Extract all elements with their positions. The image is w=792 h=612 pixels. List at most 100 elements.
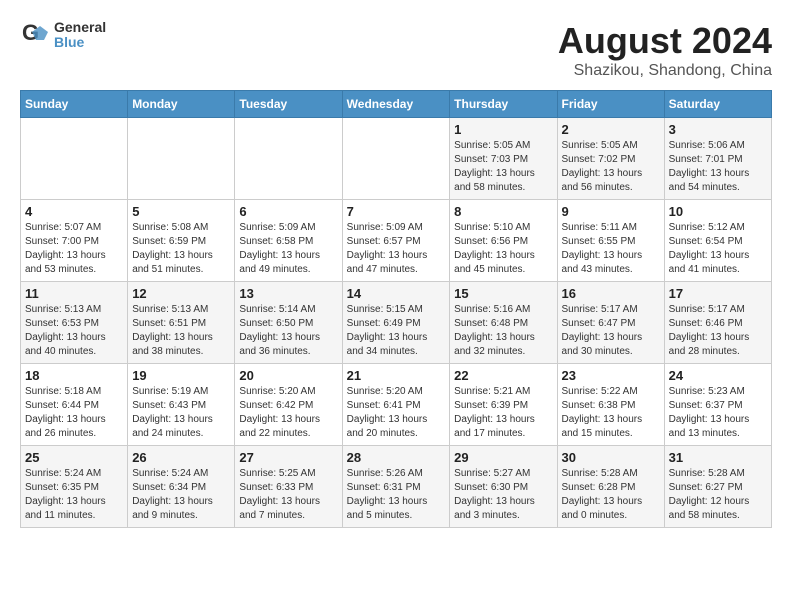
day-number: 8 — [454, 204, 552, 219]
logo-line2: Blue — [54, 35, 106, 50]
day-number: 31 — [669, 450, 767, 465]
cell-content: Sunrise: 5:28 AM Sunset: 6:27 PM Dayligh… — [669, 467, 767, 523]
cell-content: Sunrise: 5:05 AM Sunset: 7:02 PM Dayligh… — [562, 139, 660, 195]
day-number: 2 — [562, 122, 660, 137]
calendar: SundayMondayTuesdayWednesdayThursdayFrid… — [20, 90, 772, 528]
cell-content: Sunrise: 5:22 AM Sunset: 6:38 PM Dayligh… — [562, 385, 660, 441]
day-number: 24 — [669, 368, 767, 383]
day-number: 10 — [669, 204, 767, 219]
weekday-header: Friday — [557, 91, 664, 118]
calendar-cell: 12Sunrise: 5:13 AM Sunset: 6:51 PM Dayli… — [128, 282, 235, 364]
calendar-cell: 21Sunrise: 5:20 AM Sunset: 6:41 PM Dayli… — [342, 364, 450, 446]
cell-content: Sunrise: 5:09 AM Sunset: 6:57 PM Dayligh… — [347, 221, 446, 277]
calendar-cell: 15 Sunrise: 5:16 AM Sunset: 6:48 PM Dayli… — [450, 282, 557, 364]
cell-content: Sunrise: 5:28 AM Sunset: 6:28 PM Dayligh… — [562, 467, 660, 523]
cell-content: Sunrise: 5:17 AM Sunset: 6:47 PM Dayligh… — [562, 303, 660, 359]
calendar-cell: 17 Sunrise: 5:17 AM Sunset: 6:46 PM Dayli… — [664, 282, 771, 364]
cell-content: Sunrise: 5:17 AM Sunset: 6:46 PM Dayligh… — [669, 303, 767, 359]
calendar-week: 25Sunrise: 5:24 AM Sunset: 6:35 PM Dayli… — [21, 446, 772, 528]
cell-content: Sunrise: 5:12 AM Sunset: 6:54 PM Dayligh… — [669, 221, 767, 277]
weekday-header: Sunday — [21, 91, 128, 118]
day-number: 30 — [562, 450, 660, 465]
calendar-cell: 8 Sunrise: 5:10 AM Sunset: 6:56 PM Daylig… — [450, 200, 557, 282]
calendar-cell: 29 Sunrise: 5:27 AM Sunset: 6:30 PM Dayli… — [450, 446, 557, 528]
day-number: 19 — [132, 368, 230, 383]
weekday-header: Tuesday — [235, 91, 342, 118]
cell-content: Sunrise: 5:05 AM Sunset: 7:03 PM Dayligh… — [454, 139, 552, 195]
cell-content: Sunrise: 5:10 AM Sunset: 6:56 PM Dayligh… — [454, 221, 552, 277]
calendar-cell: 16Sunrise: 5:17 AM Sunset: 6:47 PM Dayli… — [557, 282, 664, 364]
day-number: 1 — [454, 122, 552, 137]
calendar-cell: 4 Sunrise: 5:07 AM Sunset: 7:00 PM Daylig… — [21, 200, 128, 282]
cell-content: Sunrise: 5:16 AM Sunset: 6:48 PM Dayligh… — [454, 303, 552, 359]
calendar-body: 1 Sunrise: 5:05 AM Sunset: 7:03 PM Daylig… — [21, 118, 772, 528]
cell-content: Sunrise: 5:21 AM Sunset: 6:39 PM Dayligh… — [454, 385, 552, 441]
location: Shazikou, Shandong, China — [558, 62, 772, 80]
calendar-week: 11Sunrise: 5:13 AM Sunset: 6:53 PM Dayli… — [21, 282, 772, 364]
calendar-cell: 2 Sunrise: 5:05 AM Sunset: 7:02 PM Daylig… — [557, 118, 664, 200]
calendar-cell: 6 Sunrise: 5:09 AM Sunset: 6:58 PM Daylig… — [235, 200, 342, 282]
cell-content: Sunrise: 5:23 AM Sunset: 6:37 PM Dayligh… — [669, 385, 767, 441]
calendar-cell: 11Sunrise: 5:13 AM Sunset: 6:53 PM Dayli… — [21, 282, 128, 364]
day-number: 7 — [347, 204, 446, 219]
day-number: 18 — [25, 368, 123, 383]
calendar-cell: 20Sunrise: 5:20 AM Sunset: 6:42 PM Dayli… — [235, 364, 342, 446]
calendar-cell: 25Sunrise: 5:24 AM Sunset: 6:35 PM Dayli… — [21, 446, 128, 528]
cell-content: Sunrise: 5:19 AM Sunset: 6:43 PM Dayligh… — [132, 385, 230, 441]
calendar-cell: 10 Sunrise: 5:12 AM Sunset: 6:54 PM Dayli… — [664, 200, 771, 282]
day-number: 21 — [347, 368, 446, 383]
page-header: G General Blue August 2024 Shazikou, Sha… — [20, 20, 772, 80]
calendar-week: 18 Sunrise: 5:18 AM Sunset: 6:44 PM Dayli… — [21, 364, 772, 446]
calendar-cell: 5 Sunrise: 5:08 AM Sunset: 6:59 PM Daylig… — [128, 200, 235, 282]
cell-content: Sunrise: 5:06 AM Sunset: 7:01 PM Dayligh… — [669, 139, 767, 195]
calendar-cell — [235, 118, 342, 200]
calendar-cell: 13 Sunrise: 5:14 AM Sunset: 6:50 PM Dayli… — [235, 282, 342, 364]
cell-content: Sunrise: 5:07 AM Sunset: 7:00 PM Dayligh… — [25, 221, 123, 277]
cell-content: Sunrise: 5:27 AM Sunset: 6:30 PM Dayligh… — [454, 467, 552, 523]
cell-content: Sunrise: 5:20 AM Sunset: 6:42 PM Dayligh… — [239, 385, 337, 441]
logo-line1: General — [54, 20, 106, 35]
calendar-cell: 22Sunrise: 5:21 AM Sunset: 6:39 PM Dayli… — [450, 364, 557, 446]
calendar-cell: 19 Sunrise: 5:19 AM Sunset: 6:43 PM Dayli… — [128, 364, 235, 446]
cell-content: Sunrise: 5:08 AM Sunset: 6:59 PM Dayligh… — [132, 221, 230, 277]
day-number: 26 — [132, 450, 230, 465]
day-number: 6 — [239, 204, 337, 219]
day-number: 3 — [669, 122, 767, 137]
logo-text: General Blue — [54, 20, 106, 51]
cell-content: Sunrise: 5:26 AM Sunset: 6:31 PM Dayligh… — [347, 467, 446, 523]
calendar-cell: 28Sunrise: 5:26 AM Sunset: 6:31 PM Dayli… — [342, 446, 450, 528]
day-number: 4 — [25, 204, 123, 219]
cell-content: Sunrise: 5:14 AM Sunset: 6:50 PM Dayligh… — [239, 303, 337, 359]
day-number: 17 — [669, 286, 767, 301]
calendar-cell: 30 Sunrise: 5:28 AM Sunset: 6:28 PM Dayli… — [557, 446, 664, 528]
cell-content: Sunrise: 5:18 AM Sunset: 6:44 PM Dayligh… — [25, 385, 123, 441]
calendar-cell: 1 Sunrise: 5:05 AM Sunset: 7:03 PM Daylig… — [450, 118, 557, 200]
cell-content: Sunrise: 5:13 AM Sunset: 6:53 PM Dayligh… — [25, 303, 123, 359]
calendar-cell: 7 Sunrise: 5:09 AM Sunset: 6:57 PM Daylig… — [342, 200, 450, 282]
calendar-cell — [342, 118, 450, 200]
calendar-cell — [128, 118, 235, 200]
calendar-cell: 3 Sunrise: 5:06 AM Sunset: 7:01 PM Daylig… — [664, 118, 771, 200]
calendar-cell: 9Sunrise: 5:11 AM Sunset: 6:55 PM Daylig… — [557, 200, 664, 282]
weekday-header: Thursday — [450, 91, 557, 118]
day-number: 13 — [239, 286, 337, 301]
weekday-header: Monday — [128, 91, 235, 118]
title-block: August 2024 Shazikou, Shandong, China — [558, 20, 772, 80]
calendar-cell: 24 Sunrise: 5:23 AM Sunset: 6:37 PM Dayli… — [664, 364, 771, 446]
cell-content: Sunrise: 5:15 AM Sunset: 6:49 PM Dayligh… — [347, 303, 446, 359]
day-number: 29 — [454, 450, 552, 465]
cell-content: Sunrise: 5:09 AM Sunset: 6:58 PM Dayligh… — [239, 221, 337, 277]
calendar-header: SundayMondayTuesdayWednesdayThursdayFrid… — [21, 91, 772, 118]
day-number: 12 — [132, 286, 230, 301]
calendar-cell: 26Sunrise: 5:24 AM Sunset: 6:34 PM Dayli… — [128, 446, 235, 528]
day-number: 14 — [347, 286, 446, 301]
weekday-header: Wednesday — [342, 91, 450, 118]
cell-content: Sunrise: 5:11 AM Sunset: 6:55 PM Dayligh… — [562, 221, 660, 277]
calendar-cell: 31 Sunrise: 5:28 AM Sunset: 6:27 PM Dayli… — [664, 446, 771, 528]
calendar-cell — [21, 118, 128, 200]
logo: G General Blue — [20, 20, 106, 51]
calendar-cell: 18 Sunrise: 5:18 AM Sunset: 6:44 PM Dayli… — [21, 364, 128, 446]
cell-content: Sunrise: 5:25 AM Sunset: 6:33 PM Dayligh… — [239, 467, 337, 523]
day-number: 15 — [454, 286, 552, 301]
day-number: 5 — [132, 204, 230, 219]
